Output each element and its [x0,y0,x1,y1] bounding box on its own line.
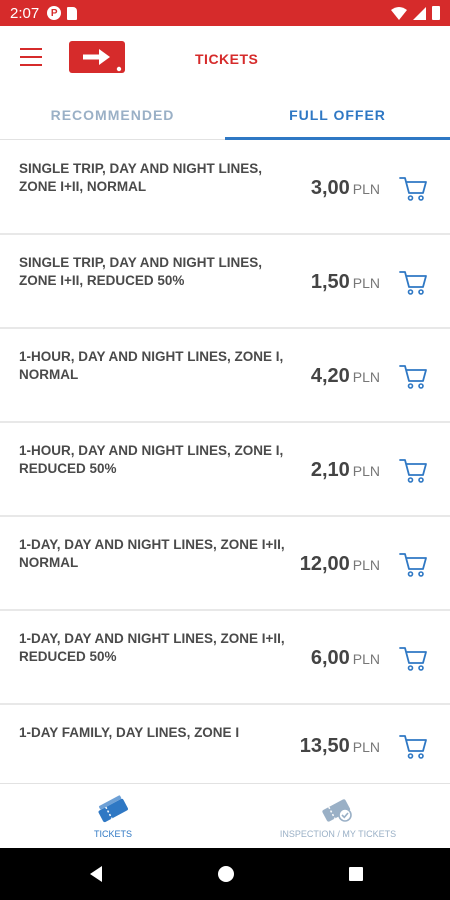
recent-apps-icon[interactable] [344,862,368,886]
price-value: 12,00 [299,553,350,575]
price-currency: PLN [352,181,380,197]
ticket-item[interactable]: 1-DAY, DAY AND NIGHT LINES, ZONE I+II, R… [0,611,450,703]
tab-recommended[interactable]: RECOMMENDED [0,90,225,140]
cart-icon[interactable] [398,267,428,297]
status-bar: 2:07 P [0,0,450,26]
ticket-item[interactable]: 1-DAY FAMILY, DAY LINES, ZONE I 13,50 PLN [0,705,450,783]
ticket-list[interactable]: SINGLE TRIP, DAY AND NIGHT LINES, ZONE I… [0,141,450,783]
ticket-title: SINGLE TRIP, DAY AND NIGHT LINES, ZONE I… [19,161,263,194]
cart-icon[interactable] [398,361,428,391]
back-icon[interactable] [84,862,108,886]
cart-icon[interactable] [398,731,428,761]
ticket-price: 6,00 PLN [311,647,380,670]
arrow-logo [69,41,125,73]
bottom-navigation: TICKETS INSPECTION / MY TICKETS [0,783,450,848]
ticket-item[interactable]: 1-DAY, DAY AND NIGHT LINES, ZONE I+II, N… [0,517,450,609]
ticket-title: 1-HOUR, DAY AND NIGHT LINES, ZONE I, RED… [19,443,284,476]
home-icon[interactable] [214,862,238,886]
app-bar: TICKETS [0,26,450,90]
price-currency: PLN [352,463,380,479]
tab-bar: RECOMMENDED FULL OFFER [0,90,450,140]
inspection-icon [322,798,352,822]
nav-inspection-label: INSPECTION / MY TICKETS [279,828,397,839]
price-currency: PLN [352,557,380,573]
price-value: 13,50 [299,735,350,757]
ticket-price: 13,50 PLN [300,735,380,758]
ticket-price: 12,00 PLN [300,553,380,576]
price-currency: PLN [352,369,380,385]
price-currency: PLN [352,739,380,755]
status-time: 2:07 [10,4,40,22]
battery-icon [432,6,440,20]
ticket-price: 3,00 PLN [311,177,380,200]
price-value: 6,00 [310,647,350,669]
notification-icon: P [47,6,62,20]
ticket-item[interactable]: 1-HOUR, DAY AND NIGHT LINES, ZONE I, RED… [0,423,450,515]
ticket-title: 1-DAY FAMILY, DAY LINES, ZONE I [19,725,240,740]
ticket-title: 1-DAY, DAY AND NIGHT LINES, ZONE I+II, N… [19,537,285,570]
menu-button[interactable] [20,48,42,66]
signal-icon [413,6,426,20]
ticket-price: 4,20 PLN [311,365,380,388]
tickets-icon [98,794,128,822]
price-value: 2,10 [310,459,350,481]
ticket-title: 1-HOUR, DAY AND NIGHT LINES, ZONE I, NOR… [19,349,284,382]
ticket-item[interactable]: SINGLE TRIP, DAY AND NIGHT LINES, ZONE I… [0,141,450,233]
ticket-title: SINGLE TRIP, DAY AND NIGHT LINES, ZONE I… [19,255,263,288]
price-currency: PLN [352,651,380,667]
page-title: TICKETS [195,51,259,67]
system-navigation-bar [0,848,450,900]
ticket-price: 1,50 PLN [311,271,380,294]
tab-indicator [225,137,450,140]
ticket-item[interactable]: 1-HOUR, DAY AND NIGHT LINES, ZONE I, NOR… [0,329,450,421]
ticket-item[interactable]: SINGLE TRIP, DAY AND NIGHT LINES, ZONE I… [0,235,450,327]
cart-icon[interactable] [398,455,428,485]
wifi-icon [391,6,407,20]
ticket-price: 2,10 PLN [311,459,380,482]
nav-inspection[interactable]: INSPECTION / MY TICKETS [260,784,416,849]
price-value: 4,20 [310,365,350,387]
cart-icon[interactable] [398,173,428,203]
cart-icon[interactable] [398,643,428,673]
ticket-title: 1-DAY, DAY AND NIGHT LINES, ZONE I+II, R… [19,631,285,664]
tab-full-offer[interactable]: FULL OFFER [225,90,450,140]
cart-icon[interactable] [398,549,428,579]
price-currency: PLN [352,275,380,291]
sd-card-icon [67,6,78,20]
price-value: 3,00 [310,177,350,199]
nav-tickets-label: TICKETS [93,828,132,839]
price-value: 1,50 [310,271,350,293]
nav-tickets[interactable]: TICKETS [60,784,166,849]
